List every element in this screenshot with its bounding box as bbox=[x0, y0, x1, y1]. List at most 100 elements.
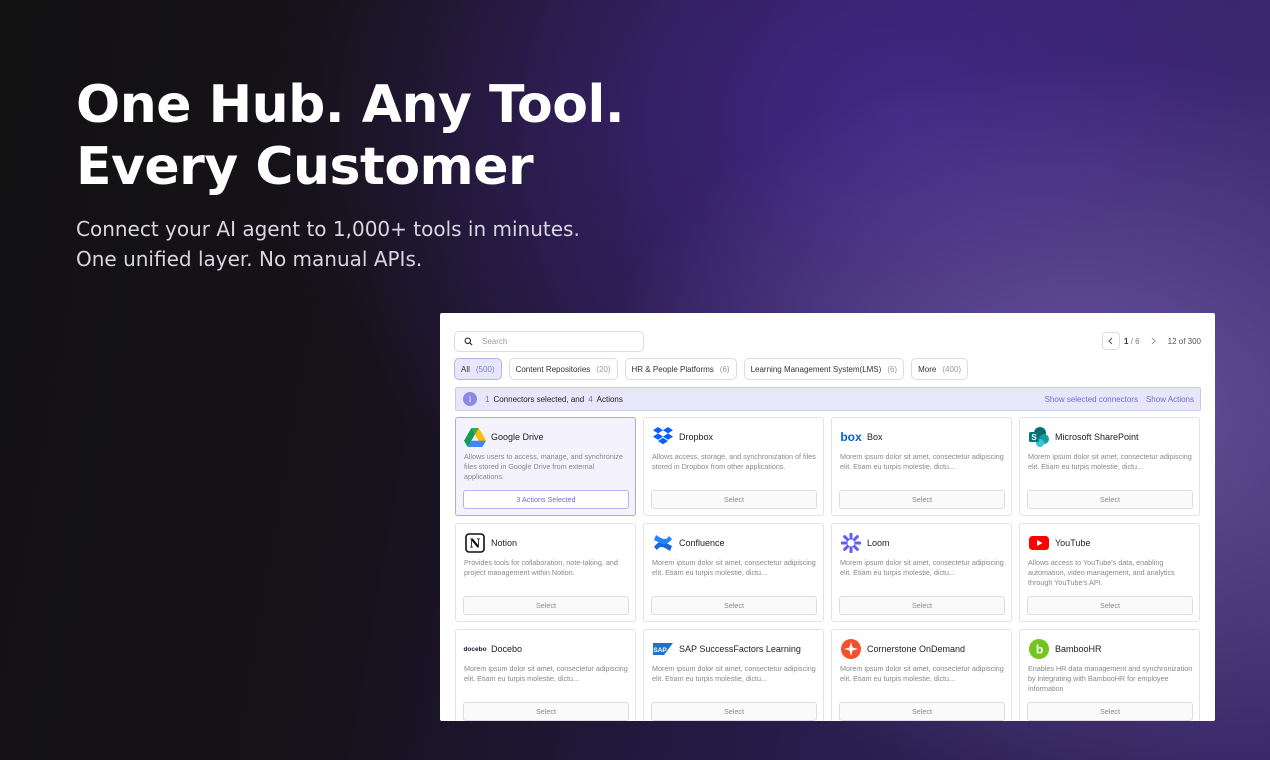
tab-label: Learning Management System(LMS) bbox=[750, 364, 882, 374]
tab-label: Content Repositories bbox=[515, 364, 591, 374]
pagination: 1 / 6 12 of 300 bbox=[1102, 332, 1201, 350]
show-selected-connectors-link[interactable]: Show selected connectors bbox=[1045, 395, 1138, 404]
tab-content-repositories[interactable]: Content Repositories (20) bbox=[508, 358, 618, 380]
next-page-button[interactable] bbox=[1144, 332, 1162, 350]
connector-description: Provides tools for collaboration, note-t… bbox=[464, 558, 618, 577]
connector-action-button[interactable]: Select bbox=[463, 596, 629, 615]
search-box[interactable] bbox=[454, 331, 644, 352]
page-indicator: 1 / 6 bbox=[1124, 337, 1140, 346]
notion-icon: N bbox=[464, 533, 486, 553]
connector-action-button[interactable]: Select bbox=[651, 702, 817, 721]
connectors-count: 1 bbox=[485, 394, 490, 404]
connector-card-docebo[interactable]: docebo Docebo Morem ipsum dolor sit amet,… bbox=[455, 629, 636, 721]
info-icon: i bbox=[463, 392, 477, 406]
connector-description: Morem ipsum dolor sit amet, consectetur … bbox=[464, 664, 628, 683]
connector-name: Box bbox=[867, 432, 883, 442]
category-tabs: All (500) Content Repositories (20) HR & P… bbox=[454, 358, 975, 380]
search-icon bbox=[464, 337, 473, 346]
connector-card-loom[interactable]: Loom Morem ipsum dolor sit amet, consect… bbox=[831, 523, 1012, 622]
connector-action-button[interactable]: Select bbox=[1027, 702, 1193, 721]
connector-description: Morem ipsum dolor sit amet, consectetur … bbox=[840, 664, 1004, 683]
tab-count: (20) bbox=[596, 364, 611, 374]
actions-text: Actions bbox=[596, 394, 623, 404]
connector-name: SAP SuccessFactors Learning bbox=[679, 644, 801, 654]
connector-card-dropbox[interactable]: Dropbox Allows access, storage, and sync… bbox=[643, 417, 824, 516]
hero-subtitle-line2: One unified layer. No manual APIs. bbox=[76, 247, 423, 271]
connector-description: Morem ipsum dolor sit amet, consectetur … bbox=[652, 558, 816, 577]
tab-more[interactable]: More (400) bbox=[911, 358, 969, 380]
connector-description: Allows access, storage, and synchronizat… bbox=[652, 452, 816, 471]
connector-action-button[interactable]: Select bbox=[651, 490, 817, 509]
svg-text:SAP: SAP bbox=[653, 647, 667, 654]
total-pages: 6 bbox=[1135, 336, 1140, 346]
connector-name: Confluence bbox=[679, 538, 725, 548]
connector-action-button[interactable]: Select bbox=[839, 596, 1005, 615]
tab-all[interactable]: All (500) bbox=[454, 358, 502, 380]
tab-count: (500) bbox=[475, 364, 495, 374]
tab-label: HR & People Platforms bbox=[631, 364, 714, 374]
bamboohr-icon: b bbox=[1028, 639, 1050, 659]
connector-action-button[interactable]: Select bbox=[839, 490, 1005, 509]
connector-name: Dropbox bbox=[679, 432, 714, 442]
connector-description: Morem ipsum dolor sit amet, consectetur … bbox=[1028, 452, 1192, 471]
page-separator: / bbox=[1130, 336, 1133, 346]
prev-page-button[interactable] bbox=[1102, 332, 1121, 350]
connector-card-cornerstone[interactable]: Cornerstone OnDemand Morem ipsum dolor s… bbox=[831, 629, 1012, 721]
box-icon: box bbox=[840, 430, 862, 444]
connector-card-box[interactable]: box Box Morem ipsum dolor sit amet, conse… bbox=[831, 417, 1012, 516]
connector-card-sap[interactable]: SAP SAP SuccessFactors Learning Morem ip… bbox=[643, 629, 824, 721]
connector-action-button[interactable]: Select bbox=[839, 702, 1005, 721]
cornerstone-icon bbox=[840, 639, 862, 659]
hero-subtitle: Connect your AI agent to 1,000+ tools in… bbox=[76, 214, 676, 274]
connector-card-confluence[interactable]: Confluence Morem ipsum dolor sit amet, c… bbox=[643, 523, 824, 622]
connectors-text: Connectors selected, and bbox=[493, 394, 585, 404]
svg-text:S: S bbox=[1031, 433, 1037, 442]
connector-card-notion[interactable]: N Notion Provides tools for collaboratio… bbox=[455, 523, 636, 622]
hero-title: One Hub. Any Tool. Every Customer bbox=[76, 75, 625, 197]
connector-card-bamboohr[interactable]: b BambooHR Enables HR data management an… bbox=[1019, 629, 1200, 721]
connector-action-button[interactable]: Select bbox=[651, 596, 817, 615]
connector-action-button[interactable]: 3 Actions Selected bbox=[463, 490, 629, 509]
tab-label: All bbox=[461, 364, 470, 374]
tab-count: (6) bbox=[887, 364, 898, 374]
connector-card-sharepoint[interactable]: S Microsoft SharePoint Morem ipsum dolor… bbox=[1019, 417, 1200, 516]
tab-label: More bbox=[918, 364, 937, 374]
selection-banner: i 1 Connectors selected, and 4 Actions S… bbox=[455, 387, 1201, 411]
tab-hr-people-platforms[interactable]: HR & People Platforms (6) bbox=[624, 358, 737, 380]
tab-lms[interactable]: Learning Management System(LMS) (6) bbox=[743, 358, 905, 380]
connector-name: Cornerstone OnDemand bbox=[867, 644, 966, 654]
results-count: 12 of 300 bbox=[1167, 336, 1201, 346]
show-actions-link[interactable]: Show Actions bbox=[1146, 395, 1194, 404]
chevron-right-icon bbox=[1151, 337, 1156, 345]
tab-count: (6) bbox=[719, 364, 730, 374]
actions-count: 4 bbox=[588, 394, 593, 404]
docebo-icon: docebo bbox=[463, 645, 487, 653]
search-input[interactable] bbox=[482, 337, 632, 346]
connector-description: Morem ipsum dolor sit amet, consectetur … bbox=[840, 558, 1004, 577]
sharepoint-icon: S bbox=[1028, 427, 1050, 447]
youtube-icon bbox=[1028, 533, 1050, 553]
connector-description: Morem ipsum dolor sit amet, consectetur … bbox=[840, 452, 1004, 471]
svg-text:N: N bbox=[470, 537, 481, 551]
tab-count: (400) bbox=[942, 364, 962, 374]
connector-name: Google Drive bbox=[491, 432, 544, 442]
connector-action-button[interactable]: Select bbox=[1027, 490, 1193, 509]
connector-name: Microsoft SharePoint bbox=[1055, 432, 1139, 442]
svg-text:b: b bbox=[1036, 643, 1043, 657]
connector-card-google-drive[interactable]: Google Drive Allows users to access, man… bbox=[455, 417, 636, 516]
connector-description: Morem ipsum dolor sit amet, consectetur … bbox=[652, 664, 816, 683]
dropbox-icon bbox=[652, 427, 674, 447]
connector-name: YouTube bbox=[1055, 538, 1091, 548]
google-drive-icon bbox=[464, 427, 486, 447]
current-page: 1 bbox=[1124, 336, 1129, 346]
connector-card-youtube[interactable]: YouTube Allows access to YouTube's data,… bbox=[1019, 523, 1200, 622]
connector-action-button[interactable]: Select bbox=[463, 702, 629, 721]
loom-icon bbox=[840, 533, 862, 553]
connector-action-button[interactable]: Select bbox=[1027, 596, 1193, 615]
confluence-icon bbox=[652, 533, 674, 553]
hero-subtitle-line1: Connect your AI agent to 1,000+ tools in… bbox=[76, 217, 580, 241]
connector-description: Allows access to YouTube's data, enablin… bbox=[1028, 558, 1175, 587]
connector-name: Notion bbox=[491, 538, 518, 548]
connector-description: Enables HR data management and synchroni… bbox=[1028, 664, 1193, 693]
connector-name: BambooHR bbox=[1055, 644, 1102, 654]
